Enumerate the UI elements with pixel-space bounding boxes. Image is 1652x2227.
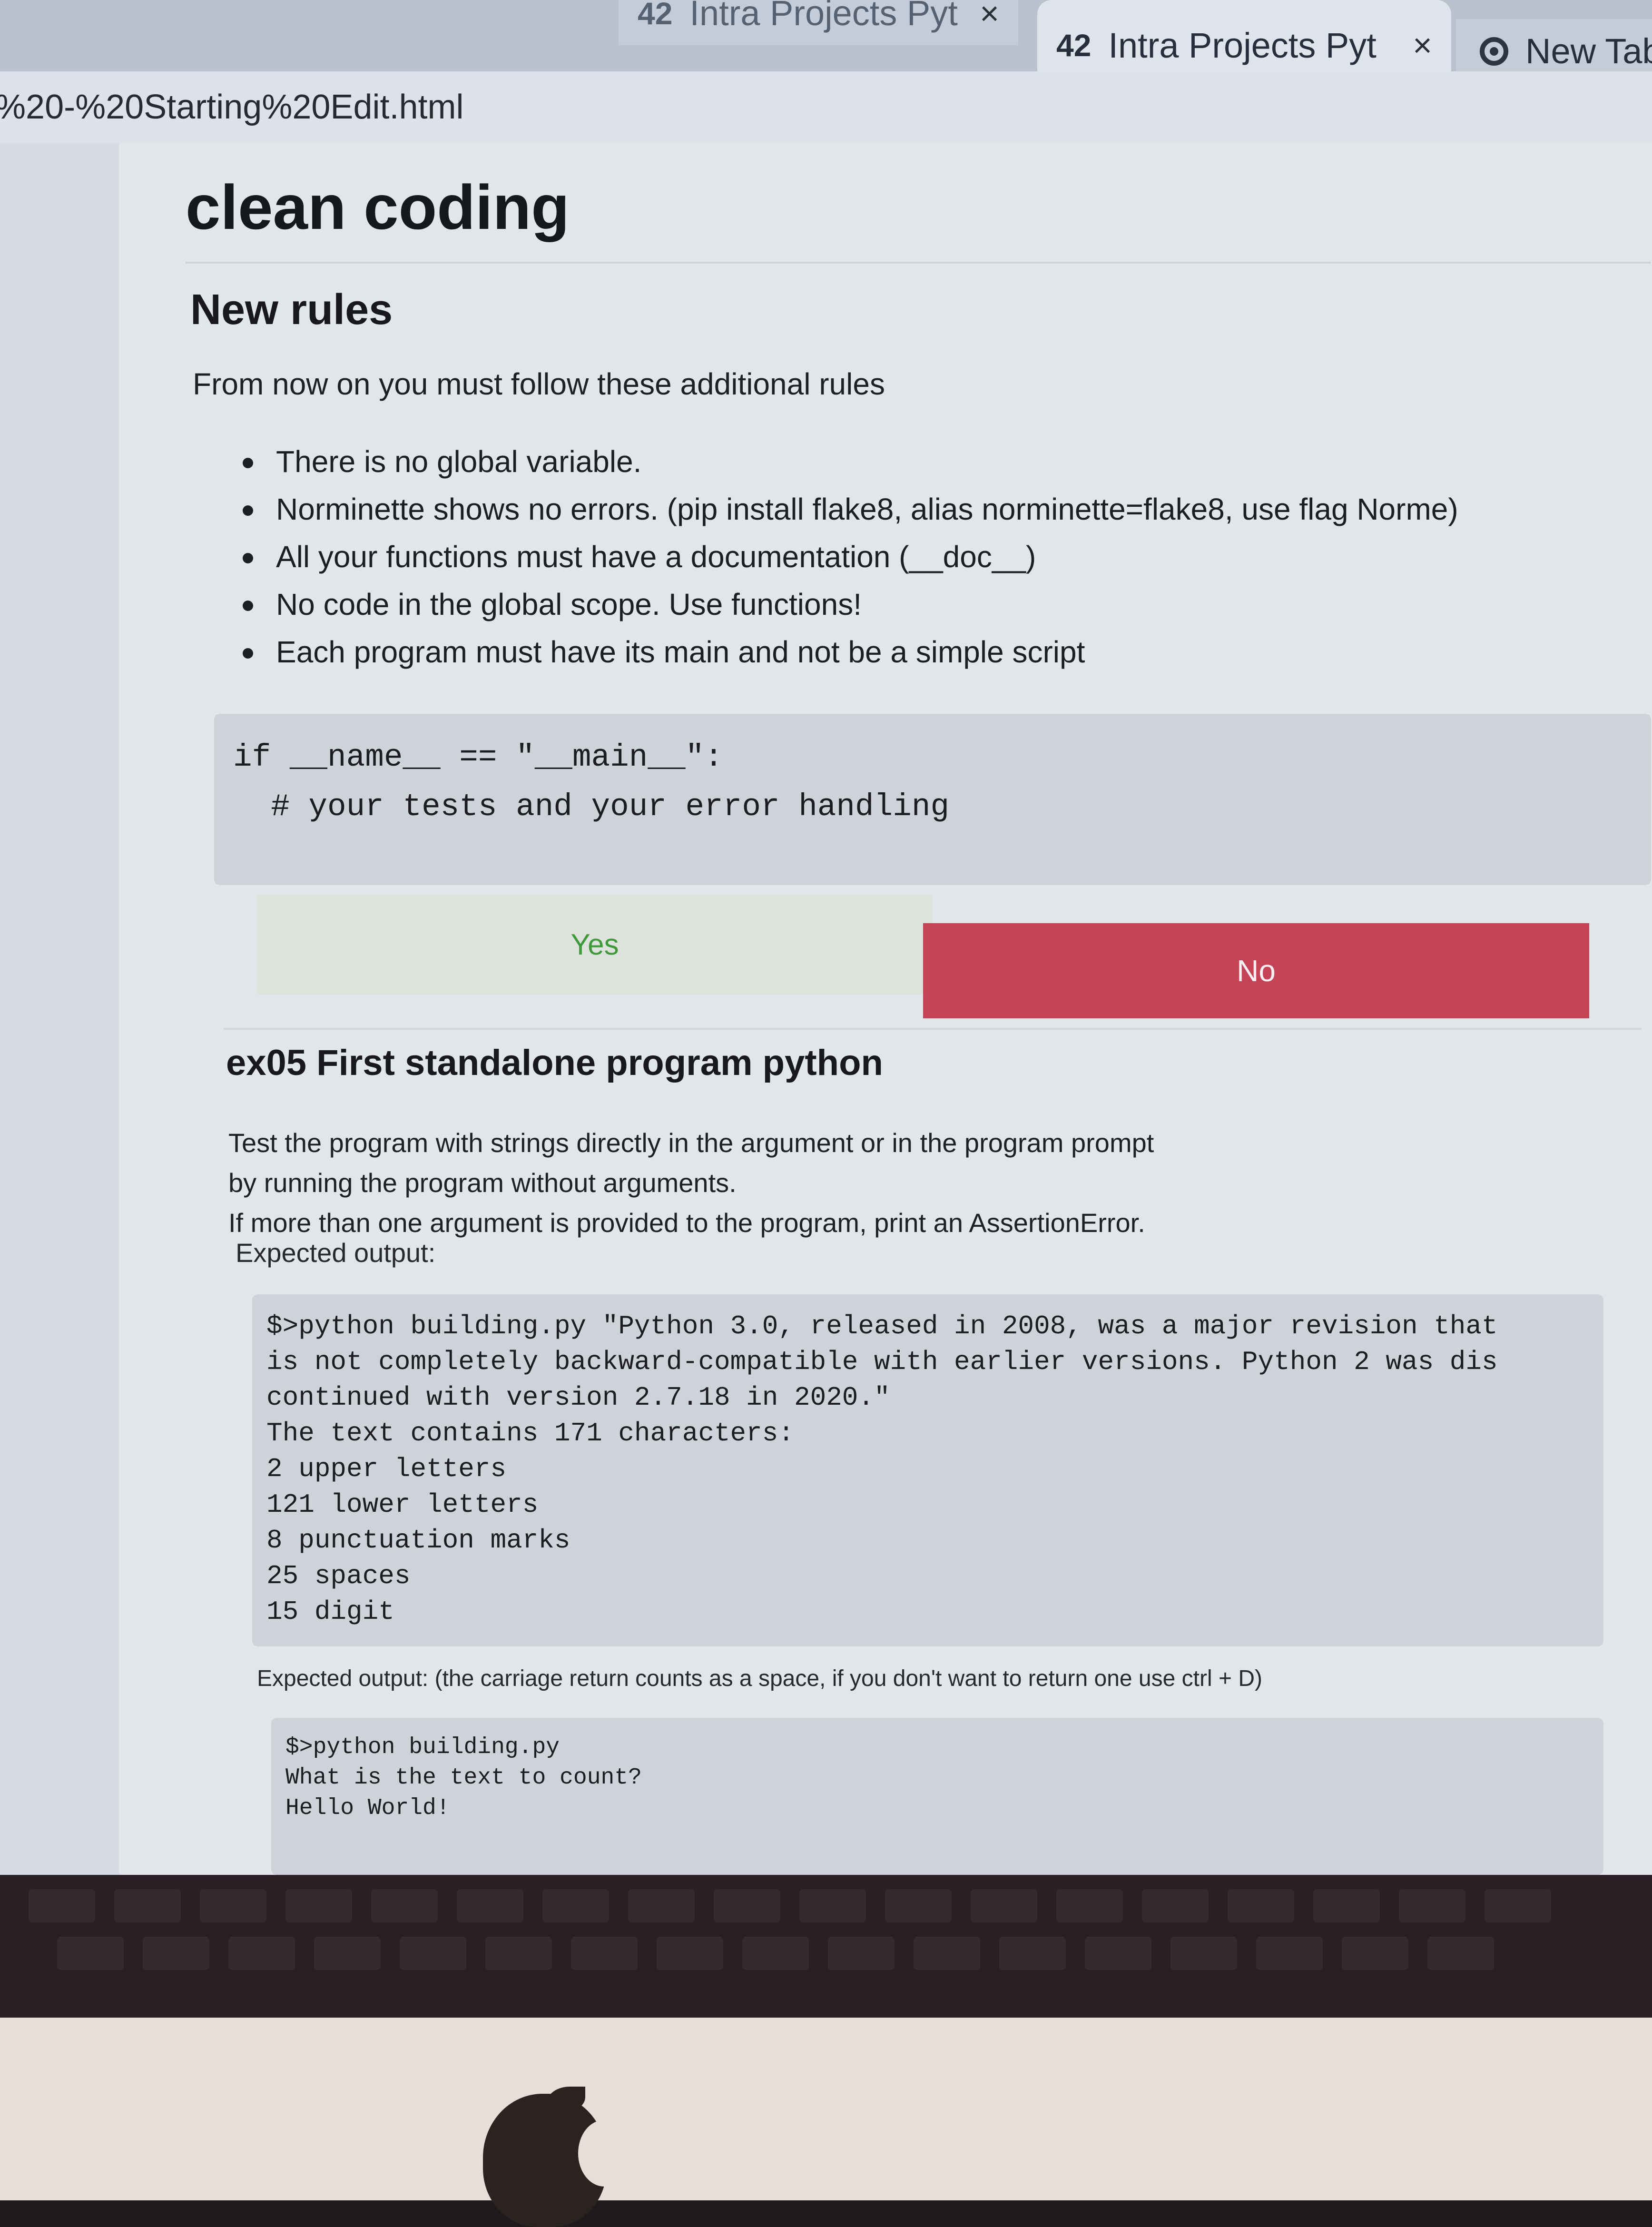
tab-label: Intra Projects Pyt <box>1108 25 1377 65</box>
rule-item: Each program must have its main and not … <box>243 628 1458 676</box>
code-line: 25 spaces <box>266 1561 411 1591</box>
page-title: clean coding <box>186 172 570 242</box>
rules-list: There is no global variable. Norminette … <box>243 438 1458 676</box>
42-logo-icon: 42 <box>638 0 673 31</box>
keyboard-reflection <box>0 1875 1652 2018</box>
chrome-icon <box>1480 37 1508 66</box>
url-text: %20-%20Starting%20Edit.html <box>0 88 464 126</box>
divider <box>224 1028 1642 1030</box>
page-content: clean coding New rules From now on you m… <box>119 143 1652 1875</box>
key-row <box>57 1937 1652 1970</box>
code-line: The text contains 171 characters: <box>266 1418 794 1449</box>
code-line: $>python building.py <box>285 1734 560 1760</box>
key-row <box>29 1889 1652 1922</box>
description-line: by running the program without arguments… <box>228 1168 737 1198</box>
close-icon[interactable]: × <box>1413 26 1432 64</box>
rule-item: No code in the global scope. Use functio… <box>243 581 1458 628</box>
expected-output-label: Expected output: <box>236 1238 436 1268</box>
rule-item: All your functions must have a documenta… <box>243 533 1458 581</box>
code-line: $>python building.py "Python 3.0, releas… <box>266 1311 1498 1341</box>
code-line: # your tests and your error handling <box>233 789 950 825</box>
rule-item: Norminette shows no errors. (pip install… <box>243 485 1458 533</box>
description-line: Test the program with strings directly i… <box>228 1128 1154 1158</box>
code-line: Hello World! <box>285 1795 450 1821</box>
rules-intro: From now on you must follow these additi… <box>193 367 885 401</box>
code-line: continued with version 2.7.18 in 2020." <box>266 1382 890 1413</box>
no-button[interactable]: No <box>923 923 1589 1018</box>
tab-label: New Tab <box>1525 31 1652 71</box>
page-viewport: clean coding New rules From now on you m… <box>0 143 1652 1875</box>
code-line: 2 upper letters <box>266 1454 507 1484</box>
monitor-bezel <box>0 2018 1652 2200</box>
code-line: is not completely backward-compatible wi… <box>266 1347 1498 1377</box>
expected-output-code-2: $>python building.py What is the text to… <box>271 1718 1603 1875</box>
divider <box>186 262 1651 264</box>
code-line: 8 punctuation marks <box>266 1525 570 1556</box>
rule-item: There is no global variable. <box>243 438 1458 485</box>
yes-button[interactable]: Yes <box>257 895 933 995</box>
exercise-title: ex05 First standalone program python <box>226 1043 883 1083</box>
exercise-description: Test the program with strings directly i… <box>228 1123 1154 1243</box>
browser-tab[interactable]: 42 Intra Projects Pyt × <box>619 0 1018 45</box>
main-guard-code: if __name__ == "__main__": # your tests … <box>214 714 1651 885</box>
code-line: 121 lower letters <box>266 1489 539 1520</box>
browser-chrome: 42 Intra Projects Pyt × 42 Intra Project… <box>0 0 1652 143</box>
close-icon[interactable]: × <box>980 0 999 32</box>
apple-bite-shape <box>578 2120 630 2187</box>
address-bar[interactable]: %20-%20Starting%20Edit.html <box>0 71 1652 143</box>
expected-output-label-2: Expected output: (the carriage return co… <box>257 1666 1262 1691</box>
tab-label: Intra Projects Pyt <box>689 0 958 33</box>
expected-output-code: $>python building.py "Python 3.0, releas… <box>252 1294 1603 1646</box>
code-line: 15 digit <box>266 1596 394 1627</box>
section-title: New rules <box>190 286 393 334</box>
code-line: if __name__ == "__main__": <box>233 739 723 775</box>
code-line: What is the text to count? <box>285 1765 642 1791</box>
42-logo-icon: 42 <box>1056 28 1092 63</box>
